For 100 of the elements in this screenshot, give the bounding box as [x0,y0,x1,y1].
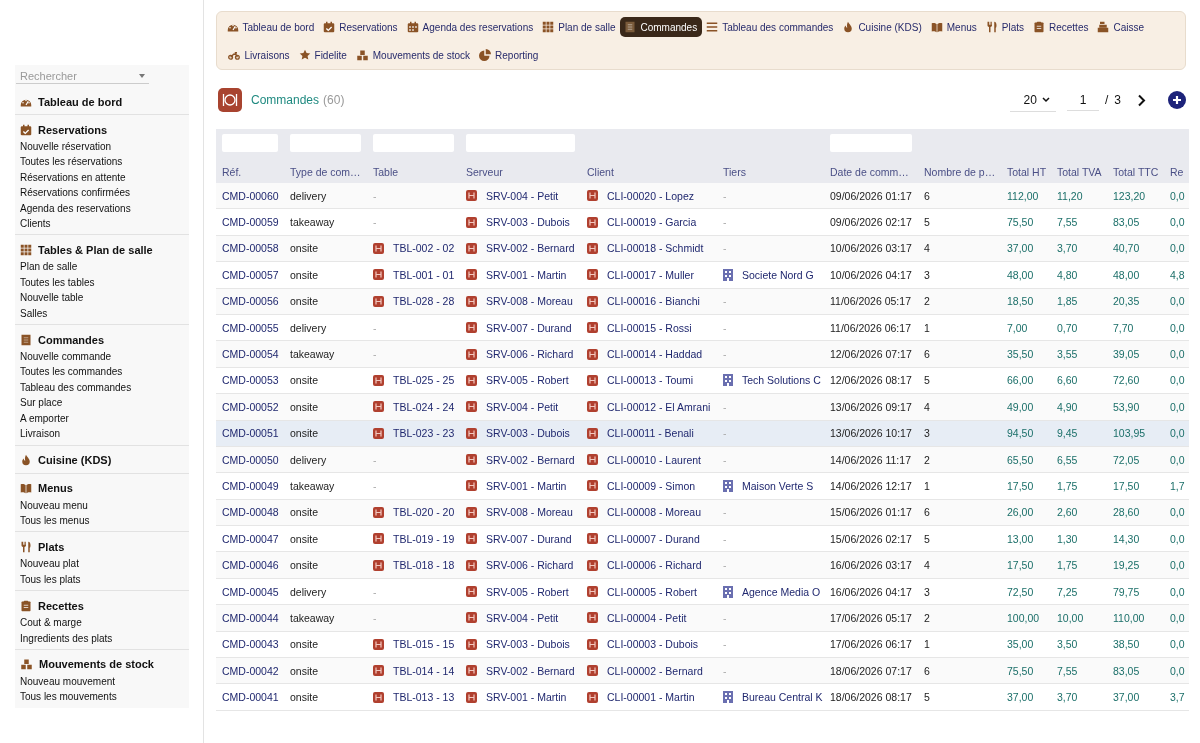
table-row[interactable]: CMD-00050 delivery - SRV-002 - Bernard CLI-00010 - Laurent - 14/06/2026 11:17 2 65,50 6,55 72,05 0,0 [216,446,1189,474]
sidebar-item[interactable]: Livraison [20,426,189,442]
sidebar-item[interactable]: Nouveau mouvement [20,673,189,690]
link[interactable]: CMD-00057 [222,268,279,281]
sidebar-item[interactable]: Toutes les réservations [20,154,189,170]
link[interactable]: CMD-00060 [222,189,279,202]
sidebar-item[interactable]: Toutes les tables [20,274,189,291]
column-header[interactable]: Client [581,166,717,178]
sidebar-section-header[interactable]: Tables & Plan de salle [20,240,189,260]
table-row[interactable]: CMD-00052 onsite TBL-024 - 24 SRV-004 - Petit CLI-00012 - El Amrani - 13/06/2026 09:17 4 49,00 4,90 53,90 0,0 [216,394,1189,421]
link[interactable]: CMD-00049 [222,480,279,492]
link[interactable]: TBL-018 - 18 [393,559,455,572]
link[interactable]: CLI-00010 - Laurent [607,453,701,466]
sidebar-item[interactable]: Plan de salle [20,259,189,275]
sidebar-item[interactable]: Tous les mouvements [20,689,189,705]
column-header[interactable]: Réf. [216,166,284,178]
column-header[interactable]: Total TVA [1051,166,1107,178]
link[interactable]: CMD-00056 [222,295,279,308]
column-header[interactable]: Date de comm… [824,166,918,178]
sidebar-item[interactable]: Tous les menus [20,512,189,529]
nav-tab[interactable]: Livraisons [222,45,295,65]
link[interactable]: SRV-008 - Moreau [486,295,573,308]
nav-tab[interactable]: Agenda des reservations [402,17,538,37]
link[interactable]: SRV-002 - Bernard [486,664,575,677]
sidebar-item[interactable]: Tous les plats [20,571,189,588]
sidebar-item[interactable]: A emporter [20,410,189,427]
sidebar-item[interactable]: Salles [20,305,189,322]
sidebar-item[interactable]: Ingredients des plats [20,630,189,646]
link[interactable]: TBL-024 - 24 [393,400,455,413]
link[interactable]: CLI-00003 - Dubois [607,638,699,651]
link[interactable]: SRV-001 - Martin [486,691,567,704]
nav-tab[interactable]: Fidelite [294,45,352,65]
link[interactable]: SRV-005 - Robert [486,374,569,387]
link[interactable]: CMD-00058 [222,242,279,255]
link[interactable]: CMD-00055 [222,321,279,334]
link[interactable]: SRV-003 - Dubois [486,638,570,651]
sidebar-item[interactable]: Réservations en attente [20,169,189,186]
link[interactable]: TBL-023 - 23 [393,427,455,440]
sidebar-item[interactable]: Agenda des reservations [20,200,189,217]
sidebar-section-header[interactable]: Menus [20,478,189,498]
column-header[interactable]: Table [367,166,460,178]
link[interactable]: TBL-015 - 15 [393,638,455,651]
sidebar-item[interactable]: Nouvelle réservation [20,139,189,155]
page-field[interactable]: 1 [1066,89,1099,111]
link[interactable]: SRV-004 - Petit [486,400,559,413]
link[interactable]: CLI-00016 - Bianchi [607,295,700,308]
nav-tab[interactable]: Menus [926,17,982,37]
sidebar-item[interactable]: Tableau des commandes [20,379,189,396]
column-header[interactable]: Total TTC [1107,166,1164,178]
link[interactable]: CMD-00042 [222,664,279,677]
link[interactable]: CLI-00007 - Durand [607,532,700,545]
link[interactable]: CMD-00046 [222,559,279,572]
sidebar-item[interactable]: Toutes les commandes [20,364,189,380]
link[interactable]: CMD-00048 [222,506,279,519]
sidebar-item[interactable]: Réservations confirmées [20,185,189,201]
sidebar-item[interactable]: Nouvelle table [20,290,189,306]
link[interactable]: CLI-00015 - Rossi [607,321,692,334]
link[interactable]: CLI-00020 - Lopez [607,189,694,202]
table-row[interactable]: CMD-00048 onsite TBL-020 - 20 SRV-008 - Moreau CLI-00008 - Moreau - 15/06/2026 01:17 6 26,00 2,60 28,60 0,0 [216,499,1189,527]
table-row[interactable]: CMD-00058 onsite TBL-002 - 02 SRV-002 - Bernard CLI-00018 - Schmidt - 10/06/2026 03:17 4 37,00 3,70 40,70 0,0 [216,235,1189,263]
link[interactable]: SRV-002 - Bernard [486,242,575,255]
link[interactable]: Maison Verte S [742,480,814,492]
sidebar-item[interactable]: Sur place [20,395,189,411]
link[interactable]: CLI-00011 - Benali [607,427,694,440]
link[interactable]: CMD-00045 [222,585,279,598]
link[interactable]: TBL-025 - 25 [393,374,455,387]
nav-tab[interactable]: Caisse [1092,17,1149,37]
link[interactable]: SRV-007 - Durand [486,532,572,545]
link[interactable]: SRV-001 - Martin [486,480,567,492]
link[interactable]: TBL-013 - 13 [393,691,455,704]
link[interactable]: SRV-008 - Moreau [486,506,573,519]
table-row[interactable]: CMD-00051 onsite TBL-023 - 23 SRV-003 - Dubois CLI-00011 - Benali - 13/06/2026 10:17 3 94,50 9,45 103,95 0,0 [216,420,1189,447]
link[interactable]: CLI-00012 - El Amrani [607,400,711,413]
link[interactable]: CMD-00047 [222,532,279,545]
column-header[interactable]: Tiers [717,166,824,178]
link[interactable]: SRV-001 - Martin [486,268,567,281]
table-row[interactable]: CMD-00060 delivery - SRV-004 - Petit CLI-00020 - Lopez - 09/06/2026 01:17 6 112,00 11,20 123,20 0,0 [216,183,1189,210]
sidebar-item[interactable]: Clients [20,216,189,232]
sidebar-section-header[interactable]: Recettes [20,596,189,616]
link[interactable]: CMD-00059 [222,216,279,229]
nav-tab[interactable]: Reservations [318,17,403,37]
link[interactable]: TBL-019 - 19 [393,532,455,545]
link[interactable]: CLI-00019 - Garcia [607,216,697,229]
link[interactable]: Tech Solutions C [742,374,821,387]
sidebar-item[interactable]: Nouveau menu [20,497,189,513]
nav-tab[interactable]: Tableau de bord [222,17,319,37]
link[interactable]: CMD-00043 [222,638,279,651]
nav-tab[interactable]: Plan de salle [537,17,620,37]
link[interactable]: CLI-00009 - Simon [607,480,696,492]
link[interactable]: TBL-020 - 20 [393,506,455,519]
link[interactable]: CMD-00051 [222,427,279,440]
link[interactable]: Societe Nord G [742,268,814,281]
nav-tab[interactable]: Commandes [620,17,702,37]
sidebar-section-header[interactable]: Reservations [20,120,189,139]
search-field[interactable]: Rechercher [20,69,130,82]
sidebar-item[interactable]: Nouveau plat [20,556,189,572]
link[interactable]: SRV-002 - Bernard [486,453,575,466]
link[interactable]: CLI-00005 - Robert [607,585,697,598]
link[interactable]: CLI-00008 - Moreau [607,506,701,519]
column-header[interactable]: Nombre de p… [918,166,1001,178]
